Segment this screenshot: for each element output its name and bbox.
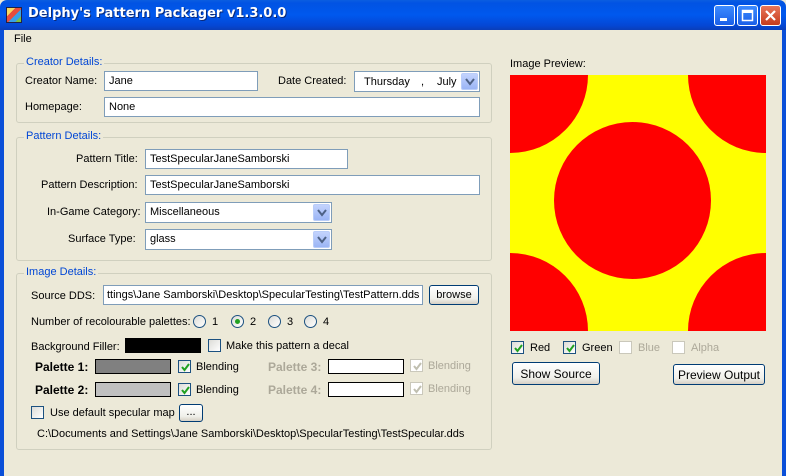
palette3-blending-checkbox[interactable]: [410, 359, 423, 372]
pattern-title-label: Pattern Title:: [76, 153, 138, 165]
preview-circle-top-left: [510, 75, 588, 153]
check-icon: [181, 386, 190, 395]
palette1-blending-label: Blending: [196, 361, 239, 373]
preview-circle-center: [554, 122, 711, 279]
window-title: Delphy's Pattern Packager v1.3.0.0: [28, 6, 287, 21]
window-frame-left: [0, 30, 4, 476]
preview-circle-bottom-left: [510, 253, 588, 331]
menu-bar: [4, 30, 782, 48]
background-filler-label: Background Filler:: [31, 341, 120, 353]
chevron-down-icon: [465, 78, 475, 86]
creator-name-input[interactable]: Jane: [104, 71, 258, 91]
check-icon: [413, 362, 422, 371]
category-dropdown-button[interactable]: [313, 204, 330, 221]
homepage-label: Homepage:: [25, 101, 82, 113]
palette-count-radio-1[interactable]: [193, 315, 206, 328]
image-preview: [510, 75, 766, 331]
check-icon: [514, 344, 523, 353]
date-separator: ,: [421, 76, 425, 88]
palette-count-radio-3[interactable]: [268, 315, 281, 328]
app-icon: [6, 7, 22, 23]
palette-count-label-1: 1: [212, 316, 219, 328]
image-preview-label: Image Preview:: [510, 58, 586, 70]
category-value: Miscellaneous: [150, 206, 220, 218]
homepage-input[interactable]: None: [104, 97, 480, 117]
decal-checkbox[interactable]: [208, 339, 221, 352]
blue-channel-label: Blue: [638, 342, 661, 354]
window-frame-right: [782, 30, 786, 476]
date-created-picker[interactable]: Thursday , July: [354, 71, 480, 92]
image-details-legend: Image Details:: [24, 266, 99, 278]
pattern-description-input[interactable]: TestSpecularJaneSamborski: [145, 175, 480, 195]
palette4-swatch[interactable]: [328, 382, 404, 397]
creator-name-label: Creator Name:: [25, 75, 98, 87]
show-source-button[interactable]: Show Source: [512, 362, 600, 385]
palette2-swatch[interactable]: [95, 382, 171, 397]
menu-file[interactable]: File: [14, 33, 32, 45]
green-channel-label: Green: [582, 342, 613, 354]
palette1-swatch[interactable]: [95, 359, 171, 374]
creator-details-legend: Creator Details:: [24, 56, 105, 68]
palette3-blending-label: Blending: [428, 360, 471, 372]
palette-count-radio-4[interactable]: [304, 315, 317, 328]
specular-browse-button[interactable]: ...: [179, 404, 203, 422]
surface-dropdown-button[interactable]: [313, 231, 330, 248]
palette2-label: Palette 2:: [35, 383, 89, 397]
palette3-label: Palette 3:: [268, 360, 322, 374]
palettes-count-label: Number of recolourable palettes:: [31, 316, 191, 328]
decal-label: Make this pattern a decal: [226, 340, 349, 352]
red-channel-label: Red: [530, 342, 551, 354]
date-dropdown-button[interactable]: [461, 73, 478, 90]
pattern-details-legend: Pattern Details:: [24, 130, 104, 142]
surface-type-label: Surface Type:: [68, 233, 136, 245]
minimize-button[interactable]: [714, 5, 735, 26]
preview-circle-bottom-right: [688, 253, 766, 331]
date-created-label: Date Created:: [278, 75, 347, 87]
date-day: Thursday: [364, 76, 410, 88]
maximize-icon: [741, 9, 754, 22]
category-label: In-Game Category:: [47, 206, 141, 218]
preview-output-button[interactable]: Preview Output: [673, 364, 765, 385]
palette1-label: Palette 1:: [35, 360, 89, 374]
palette-count-label-4: 4: [323, 316, 330, 328]
palette-count-label-3: 3: [287, 316, 294, 328]
close-button[interactable]: [760, 5, 781, 26]
check-icon: [181, 363, 190, 372]
palette2-blending-checkbox[interactable]: [178, 383, 191, 396]
background-filler-swatch[interactable]: [125, 338, 201, 353]
surface-type-select[interactable]: glass: [145, 229, 332, 250]
source-dds-input[interactable]: ttings\Jane Samborski\Desktop\SpecularTe…: [103, 285, 423, 305]
chevron-down-icon: [317, 209, 327, 217]
palette-count-radio-2[interactable]: [231, 315, 244, 328]
category-select[interactable]: Miscellaneous: [145, 202, 332, 223]
palette4-blending-label: Blending: [428, 383, 471, 395]
pattern-description-label: Pattern Description:: [41, 179, 138, 191]
palette2-blending-label: Blending: [196, 384, 239, 396]
check-icon: [413, 385, 422, 394]
maximize-button[interactable]: [737, 5, 758, 26]
browse-button[interactable]: browse: [429, 285, 479, 305]
check-icon: [566, 344, 575, 353]
palette-count-label-2: 2: [250, 316, 257, 328]
preview-circle-top-right: [688, 75, 766, 153]
date-month: July: [437, 76, 457, 88]
minimize-icon: [720, 18, 727, 21]
green-channel-checkbox[interactable]: [563, 341, 576, 354]
specular-path: C:\Documents and Settings\Jane Samborski…: [37, 428, 465, 440]
palette1-blending-checkbox[interactable]: [178, 360, 191, 373]
close-icon: [765, 10, 776, 21]
default-specular-label: Use default specular map: [50, 407, 175, 419]
blue-channel-checkbox[interactable]: [619, 341, 632, 354]
pattern-title-input[interactable]: TestSpecularJaneSamborski: [145, 149, 348, 169]
alpha-channel-checkbox[interactable]: [672, 341, 685, 354]
palette3-swatch[interactable]: [328, 359, 404, 374]
alpha-channel-label: Alpha: [691, 342, 720, 354]
surface-type-value: glass: [150, 233, 176, 245]
chevron-down-icon: [317, 236, 327, 244]
palette4-blending-checkbox[interactable]: [410, 382, 423, 395]
default-specular-checkbox[interactable]: [31, 406, 44, 419]
red-channel-checkbox[interactable]: [511, 341, 524, 354]
palette4-label: Palette 4:: [268, 383, 322, 397]
source-dds-label: Source DDS:: [31, 290, 96, 302]
